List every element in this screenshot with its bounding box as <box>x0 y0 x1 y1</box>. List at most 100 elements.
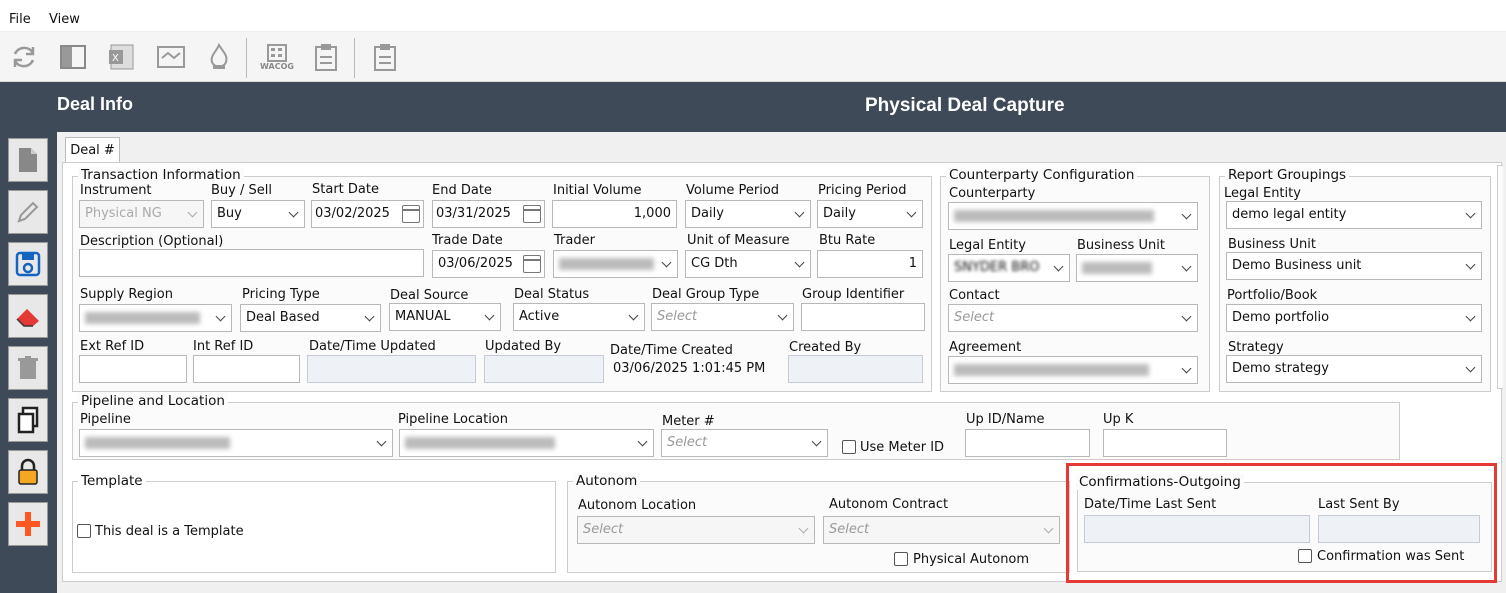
pricing-period-select[interactable]: Daily <box>817 200 923 228</box>
toolbar-separator <box>354 38 355 78</box>
initial-volume-input[interactable]: 1,000 <box>552 200 677 228</box>
buysell-select[interactable]: Buy <box>211 200 305 228</box>
ext-ref-input[interactable] <box>79 355 187 383</box>
save-icon[interactable] <box>8 242 48 286</box>
trader-value-redacted <box>559 257 654 270</box>
rg-legal-entity-select[interactable]: demo legal entity <box>1226 201 1482 229</box>
edit-pencil-icon[interactable] <box>8 190 48 234</box>
fire-icon[interactable] <box>201 39 237 75</box>
add-cross-icon[interactable] <box>8 502 48 546</box>
right-edge-panel <box>1497 165 1503 389</box>
rg-business-unit-select[interactable]: Demo Business unit <box>1226 252 1482 280</box>
initial-volume-value: 1,000 <box>633 206 671 221</box>
portfolio-select[interactable]: Demo portfolio <box>1226 304 1482 332</box>
deal-group-type-select[interactable]: Select <box>651 303 794 331</box>
cp-business-unit-value-redacted <box>1082 261 1152 274</box>
page-header: Deal Info Physical Deal Capture <box>0 82 1506 132</box>
autonom-contract-select[interactable]: Select <box>823 516 1060 544</box>
end-date-field[interactable]: 03/31/2025 <box>432 200 545 228</box>
lock-icon[interactable] <box>8 450 48 494</box>
trade-date-label: Trade Date <box>432 233 503 248</box>
template-checkbox[interactable] <box>77 524 91 538</box>
page-title: Physical Deal Capture <box>865 95 1065 116</box>
clipboard-icon[interactable] <box>367 39 403 75</box>
group-identifier-input[interactable] <box>801 303 925 331</box>
volume-period-value: Daily <box>691 206 724 221</box>
tab-deal-number[interactable]: Deal # <box>65 137 120 163</box>
trade-date-field[interactable]: 03/06/2025 <box>432 250 545 278</box>
deal-info-title: Deal Info <box>57 94 134 114</box>
transaction-title: Transaction Information <box>78 167 244 183</box>
svg-text:X: X <box>112 53 119 64</box>
toolbar: X WACOG <box>0 32 1506 82</box>
int-ref-input[interactable] <box>193 355 300 383</box>
supply-region-select[interactable] <box>79 304 232 332</box>
use-meter-checkbox[interactable] <box>842 440 856 454</box>
pipeline-label: Pipeline <box>80 412 131 427</box>
trash-icon[interactable] <box>8 346 48 390</box>
pricing-type-value: Deal Based <box>246 310 320 325</box>
pipeline-select[interactable] <box>79 429 393 457</box>
copy-icon[interactable] <box>8 398 48 442</box>
dt-updated-field <box>307 355 476 383</box>
autonom-location-label: Autonom Location <box>578 498 697 513</box>
end-date-label: End Date <box>432 183 492 198</box>
volume-period-label: Volume Period <box>686 183 780 198</box>
portfolio-label: Portfolio/Book <box>1227 288 1318 303</box>
calendar-icon[interactable] <box>523 255 541 273</box>
supply-region-value-redacted <box>85 311 200 324</box>
cp-legal-entity-select[interactable]: SNYDER BRO <box>948 254 1070 282</box>
panel-icon[interactable] <box>55 39 91 75</box>
start-date-field[interactable]: 03/02/2025 <box>311 200 424 228</box>
dt-updated-label: Date/Time Updated <box>309 339 436 354</box>
pricing-type-select[interactable]: Deal Based <box>240 304 381 332</box>
upid-input[interactable] <box>965 429 1090 457</box>
btu-rate-input[interactable]: 1 <box>817 250 923 278</box>
trader-select[interactable] <box>553 250 678 278</box>
counterparty-value-redacted <box>954 209 1154 222</box>
instrument-select[interactable]: Physical NG <box>79 200 204 228</box>
excel-icon[interactable]: X <box>104 39 140 75</box>
menu-file[interactable]: File <box>9 12 31 27</box>
upk-input[interactable] <box>1103 429 1227 457</box>
calendar-icon[interactable] <box>523 205 541 223</box>
refresh-icon[interactable] <box>6 39 42 75</box>
contact-select[interactable]: Select <box>948 304 1198 332</box>
description-input[interactable] <box>79 249 424 277</box>
trader-label: Trader <box>554 233 595 248</box>
pipeline-location-select[interactable] <box>399 429 654 457</box>
start-date-value: 03/02/2025 <box>315 206 390 221</box>
counterparty-select[interactable] <box>948 202 1198 230</box>
clipboard-icon[interactable] <box>308 39 344 75</box>
deal-source-label: Deal Source <box>390 288 469 303</box>
ext-ref-label: Ext Ref ID <box>80 339 145 354</box>
handshake-icon[interactable] <box>153 39 189 75</box>
meter-select[interactable]: Select <box>661 429 828 457</box>
upk-label: Up K <box>1103 412 1134 427</box>
rg-business-unit-value: Demo Business unit <box>1232 258 1362 273</box>
buysell-label: Buy / Sell <box>211 183 272 198</box>
uom-select[interactable]: CG Dth <box>685 250 811 278</box>
deal-group-type-label: Deal Group Type <box>652 287 760 302</box>
physical-autonom-checkbox[interactable] <box>894 552 908 566</box>
agreement-select[interactable] <box>948 356 1198 384</box>
strategy-select[interactable]: Demo strategy <box>1226 355 1482 383</box>
autonom-location-select[interactable]: Select <box>577 516 815 544</box>
autonom-contract-label: Autonom Contract <box>829 497 949 512</box>
cp-business-unit-select[interactable] <box>1076 254 1198 282</box>
pipeline-location-label: Pipeline Location <box>398 412 508 427</box>
menu-bar: File View <box>0 0 1506 32</box>
menu-view[interactable]: View <box>49 12 80 27</box>
agreement-label: Agreement <box>949 340 1022 355</box>
deal-status-label: Deal Status <box>514 287 590 302</box>
volume-period-select[interactable]: Daily <box>685 200 811 228</box>
strategy-value: Demo strategy <box>1232 361 1329 376</box>
deal-source-select[interactable]: MANUAL <box>389 303 501 331</box>
calendar-icon[interactable] <box>402 205 420 223</box>
deal-status-select[interactable]: Active <box>513 303 645 331</box>
eraser-icon[interactable] <box>8 294 48 338</box>
wacog-icon[interactable]: WACOG <box>259 39 295 75</box>
new-document-icon[interactable] <box>8 138 48 182</box>
deal-status-value: Active <box>519 309 560 324</box>
autonom-title: Autonom <box>573 473 641 489</box>
